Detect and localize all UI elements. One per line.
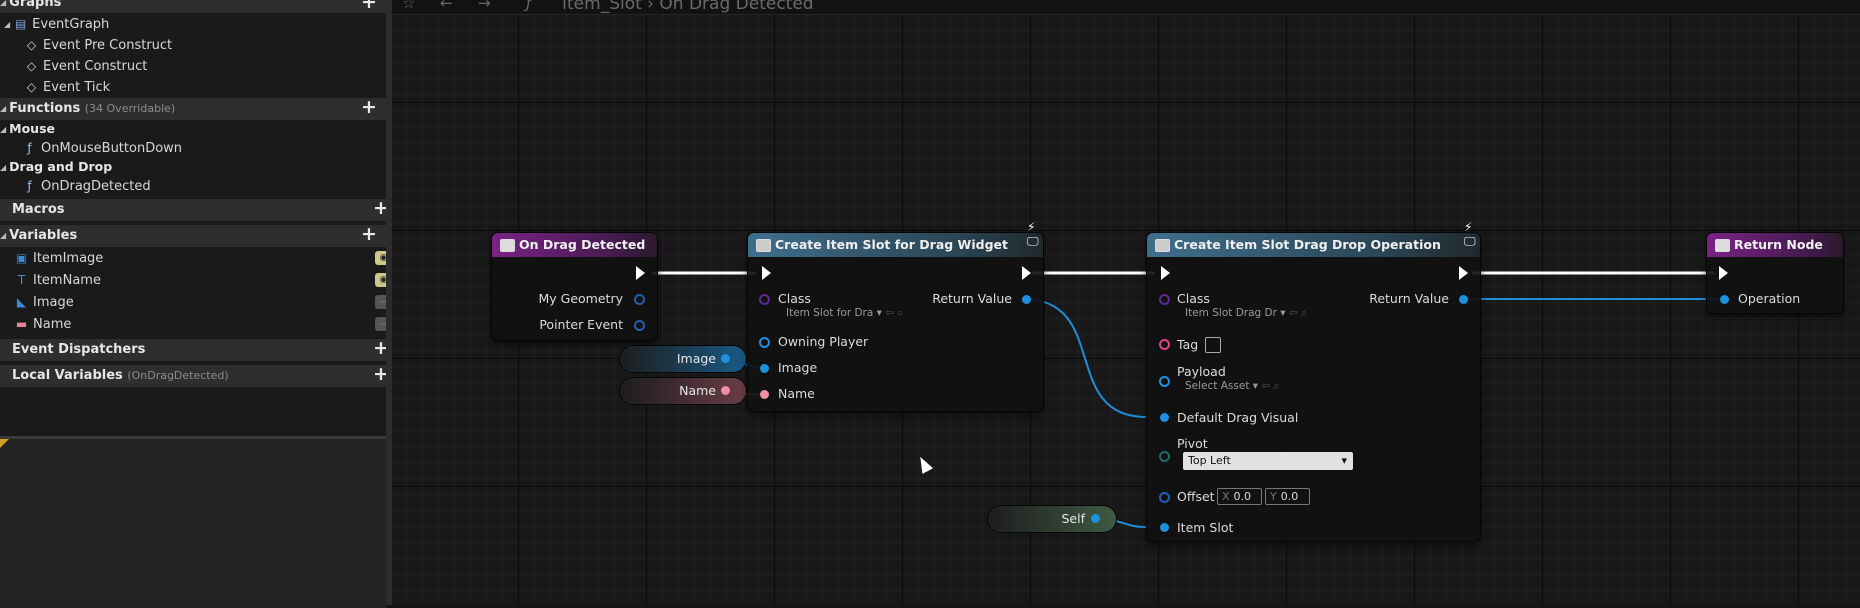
pin-my-geometry[interactable] <box>634 294 645 305</box>
offset-x-value: 0.0 <box>1233 490 1252 503</box>
browse-icon[interactable]: ⌕ <box>897 307 903 319</box>
node-return[interactable]: Return Node Operation <box>1707 233 1843 313</box>
pin-image[interactable] <box>760 364 769 373</box>
pin-operation[interactable] <box>1720 295 1729 304</box>
pin-class-label: Class <box>778 291 811 306</box>
node-create-drag-drop-operation[interactable]: Create Item Slot Drag Drop Operation ⚡🖵 … <box>1147 220 1480 541</box>
pin-name[interactable] <box>760 390 769 399</box>
pin-class[interactable] <box>1159 294 1170 305</box>
pin-pointer-event-label: Pointer Event <box>539 317 623 332</box>
getter-image-pin[interactable] <box>721 354 730 363</box>
offset-y-input[interactable]: Y 0.0 <box>1265 488 1310 505</box>
getter-label: Name <box>679 383 716 398</box>
exec-in-pin[interactable] <box>1161 266 1170 280</box>
payload-picker-value: Select Asset <box>1185 380 1250 392</box>
function-node-icon <box>1155 239 1170 252</box>
class-picker-value: Item Slot for Dra <box>786 307 874 319</box>
node-header[interactable]: Create Item Slot Drag Drop Operation <box>1147 233 1480 257</box>
pin-default-drag-visual-label: Default Drag Visual <box>1177 410 1299 425</box>
pin-owning-player[interactable] <box>759 337 770 348</box>
pin-payload[interactable] <box>1159 376 1170 387</box>
pin-return-value[interactable] <box>1022 295 1031 304</box>
getter-label: Image <box>676 351 716 366</box>
event-node-icon <box>500 239 515 252</box>
browse-icon[interactable]: ⌕ <box>1274 380 1280 392</box>
exec-in-pin[interactable] <box>762 266 771 280</box>
node-title: On Drag Detected <box>519 237 646 252</box>
node-header[interactable]: On Drag Detected <box>492 233 657 257</box>
pin-item-slot[interactable] <box>1160 523 1169 532</box>
use-selected-icon[interactable]: ⇦ <box>1261 380 1270 392</box>
offset-y-axis-label: Y <box>1270 490 1277 503</box>
exec-out-pin[interactable] <box>636 266 645 280</box>
getter-name[interactable]: Name <box>620 378 746 404</box>
client-server-icon: ⚡🖵 <box>1027 220 1039 248</box>
exec-in-pin[interactable] <box>1719 266 1728 280</box>
pin-default-drag-visual[interactable] <box>1160 413 1169 422</box>
exec-out-pin[interactable] <box>1022 266 1031 280</box>
use-selected-icon[interactable]: ⇦ <box>885 307 894 319</box>
node-on-drag-detected[interactable]: On Drag Detected My Geometry Pointer Eve… <box>492 233 657 340</box>
pin-owning-player-label: Owning Player <box>778 334 869 349</box>
pin-offset-label: Offset <box>1177 489 1215 504</box>
pin-tag[interactable] <box>1159 339 1170 350</box>
getter-self[interactable]: Self <box>988 506 1116 532</box>
browse-icon[interactable]: ⌕ <box>1301 307 1307 319</box>
node-header[interactable]: Create Item Slot for Drag Widget <box>748 233 1043 257</box>
getter-name-pin[interactable] <box>721 386 730 395</box>
use-selected-icon[interactable]: ⇦ <box>1289 307 1298 319</box>
pin-class[interactable] <box>759 294 770 305</box>
node-title: Return Node <box>1734 237 1823 252</box>
client-server-icon: ⚡🖵 <box>1464 220 1476 248</box>
pin-pivot[interactable] <box>1159 451 1170 462</box>
class-picker-value: Item Slot Drag Dr <box>1185 307 1277 319</box>
payload-picker[interactable]: Select Asset ▾ ⇦ ⌕ <box>1185 380 1279 393</box>
pin-payload-label: Payload <box>1177 364 1226 379</box>
pin-operation-label: Operation <box>1738 291 1801 306</box>
return-node-icon <box>1715 239 1730 252</box>
exec-out-pin[interactable] <box>1459 266 1468 280</box>
pin-tag-label: Tag <box>1177 337 1199 352</box>
class-picker[interactable]: Item Slot Drag Dr ▾ ⇦ ⌕ <box>1185 307 1307 320</box>
pin-my-geometry-label: My Geometry <box>538 291 624 306</box>
chevron-down-icon: ▾ <box>1341 454 1347 467</box>
pin-name-label: Name <box>778 386 815 401</box>
pin-pivot-label: Pivot <box>1177 436 1208 451</box>
pivot-dropdown[interactable]: Top Left ▾ <box>1183 452 1353 470</box>
pin-pointer-event[interactable] <box>634 320 645 331</box>
node-header[interactable]: Return Node <box>1707 233 1843 257</box>
offset-x-input[interactable]: X 0.0 <box>1217 488 1262 505</box>
pin-item-slot-label: Item Slot <box>1177 520 1234 535</box>
pin-return-value[interactable] <box>1459 295 1468 304</box>
getter-label: Self <box>1061 511 1086 526</box>
offset-x-axis-label: X <box>1222 490 1230 503</box>
offset-y-value: 0.0 <box>1280 490 1299 503</box>
tag-input-box[interactable] <box>1205 337 1221 353</box>
pin-return-value-label: Return Value <box>932 291 1012 306</box>
function-node-icon <box>756 239 771 252</box>
pin-offset[interactable] <box>1159 492 1170 503</box>
class-picker[interactable]: Item Slot for Dra ▾ ⇦ ⌕ <box>786 307 903 320</box>
pin-class-label: Class <box>1177 291 1210 306</box>
pin-image-label: Image <box>778 360 818 375</box>
node-title: Create Item Slot Drag Drop Operation <box>1174 237 1441 252</box>
pivot-value: Top Left <box>1188 454 1231 467</box>
getter-self-pin[interactable] <box>1091 514 1100 523</box>
pin-return-value-label: Return Value <box>1369 291 1449 306</box>
node-title: Create Item Slot for Drag Widget <box>775 237 1008 252</box>
node-create-widget[interactable]: Create Item Slot for Drag Widget ⚡🖵 Clas… <box>748 220 1043 411</box>
getter-image[interactable]: Image <box>620 346 746 372</box>
